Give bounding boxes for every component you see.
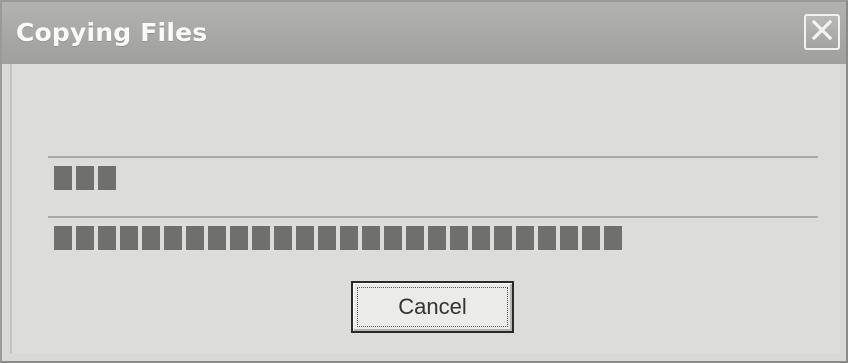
progress-segment xyxy=(560,226,578,250)
copying-files-dialog: Copying Files Cancel xyxy=(0,0,848,363)
cancel-button[interactable]: Cancel xyxy=(351,281,514,333)
progress-segment xyxy=(230,226,248,250)
close-icon xyxy=(810,18,834,46)
progress-segment xyxy=(318,226,336,250)
progress-segment xyxy=(296,226,314,250)
total-progress-fill xyxy=(54,226,622,250)
progress-segment xyxy=(274,226,292,250)
current-file-progress-fill xyxy=(54,166,116,190)
progress-segment xyxy=(406,226,424,250)
progress-segment xyxy=(450,226,468,250)
progress-segment xyxy=(208,226,226,250)
progress-segment xyxy=(472,226,490,250)
progress-segment xyxy=(98,166,116,190)
current-file-progress-bar xyxy=(48,156,818,192)
progress-segment xyxy=(428,226,446,250)
progress-segment xyxy=(164,226,182,250)
progress-segment xyxy=(76,166,94,190)
progress-segment xyxy=(494,226,512,250)
progress-segment xyxy=(604,226,622,250)
progress-segment xyxy=(582,226,600,250)
progress-segment xyxy=(76,226,94,250)
progress-segment xyxy=(98,226,116,250)
close-button[interactable] xyxy=(804,14,840,50)
window-title: Copying Files xyxy=(16,18,208,47)
total-progress-bar xyxy=(48,216,818,252)
progress-segment xyxy=(120,226,138,250)
progress-segment xyxy=(252,226,270,250)
progress-segment xyxy=(538,226,556,250)
progress-segment xyxy=(362,226,380,250)
progress-segment xyxy=(186,226,204,250)
progress-segment xyxy=(142,226,160,250)
progress-segment xyxy=(340,226,358,250)
progress-segment xyxy=(54,166,72,190)
progress-segment xyxy=(384,226,402,250)
title-bar[interactable]: Copying Files xyxy=(2,2,846,64)
progress-segment xyxy=(54,226,72,250)
progress-segment xyxy=(516,226,534,250)
